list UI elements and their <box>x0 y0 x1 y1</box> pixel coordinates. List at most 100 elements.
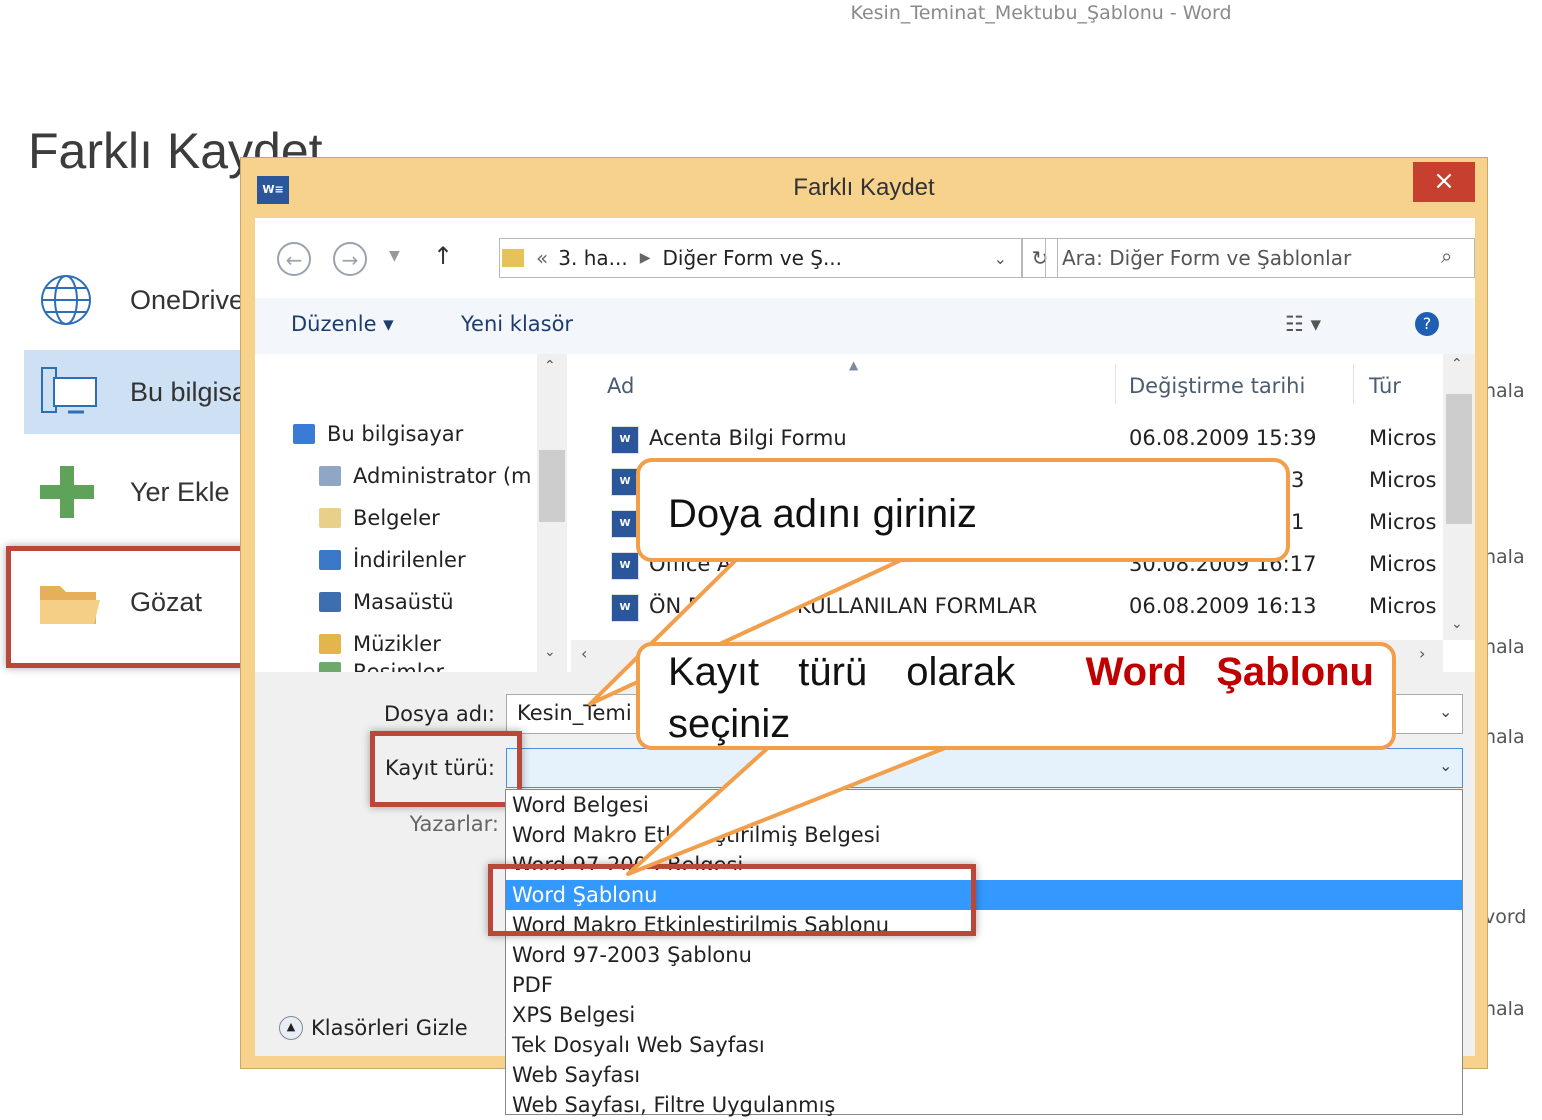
callout-word: Kayıt türü olarak <box>668 650 1016 694</box>
file-row[interactable]: W Acenta Bilgi Formu 06.08.2009 15:39 Mi… <box>611 418 1441 460</box>
folder-icon <box>38 574 102 630</box>
organize-button[interactable]: Düzenle ▾ <box>291 312 394 336</box>
scroll-up-icon[interactable]: ⌃ <box>1451 356 1463 372</box>
hide-folders-button[interactable]: ▲ Klasörleri Gizle <box>279 1016 468 1040</box>
tree-label: Administrator (m <box>353 464 532 488</box>
file-date: 06.08.2009 15:39 <box>1129 426 1317 450</box>
recent-dropdown-icon[interactable]: ▼ <box>389 248 400 264</box>
chevron-right-icon: ▶ <box>639 250 651 266</box>
tree-scrollbar[interactable]: ⌃ ⌄ <box>537 354 567 672</box>
tree-item-documents[interactable]: Belgeler <box>319 506 440 530</box>
nav-onedrive-label: OneDrive <box>130 284 245 315</box>
file-scroll-thumb[interactable] <box>1446 394 1472 524</box>
file-date: 3 <box>1291 468 1305 492</box>
save-type-option[interactable]: Web Sayfası <box>506 1060 1462 1090</box>
documents-icon <box>319 508 341 528</box>
save-type-select[interactable] <box>506 748 1463 788</box>
path-overflow[interactable]: « <box>536 246 548 270</box>
scroll-right-icon[interactable]: › <box>1419 644 1425 663</box>
filename-callout-text: Doya adını giriniz <box>668 492 978 536</box>
save-type-label: Kayıt türü: <box>384 756 495 780</box>
file-type: Micros <box>1369 594 1437 618</box>
scroll-left-icon[interactable]: ‹ <box>581 644 587 663</box>
sort-ascending-icon: ▲ <box>849 358 859 372</box>
nav-this-pc[interactable]: Bu bilgisayar <box>24 350 285 434</box>
bg-fragment: nala <box>1484 998 1525 1020</box>
file-row[interactable]: W ÖN FORMLAR KULLANILAN FORMLAR 06.08.20… <box>611 586 1441 628</box>
save-type-option[interactable]: Word Belgesi <box>506 790 1462 820</box>
chevron-down-icon[interactable]: ⌄ <box>994 249 1007 268</box>
back-arrow-icon[interactable]: ← <box>277 242 311 276</box>
nav-add-place[interactable]: Yer Ekle <box>24 450 264 534</box>
collapse-up-icon: ▲ <box>279 1016 303 1040</box>
pictures-icon <box>319 662 341 672</box>
column-divider <box>1353 364 1354 404</box>
save-type-option[interactable]: Web Sayfası, Filtre Uygulanmış <box>506 1090 1462 1120</box>
window-title: Kesin_Teminat_Mektubu_Şablonu - Word <box>850 2 1232 24</box>
user-icon <box>319 466 341 486</box>
file-type: Micros <box>1369 510 1437 534</box>
scroll-down-icon[interactable]: ⌄ <box>1451 616 1463 632</box>
word-document-icon: W <box>611 510 639 538</box>
word-document-icon: W <box>611 468 639 496</box>
save-type-option[interactable]: XPS Belgesi <box>506 1000 1462 1030</box>
save-type-option-selected[interactable]: Word Şablonu <box>506 880 1462 910</box>
column-header-date[interactable]: Değiştirme tarihi <box>1129 374 1305 398</box>
column-header-type[interactable]: Tür <box>1369 374 1401 398</box>
bg-fragment: nala <box>1484 636 1525 658</box>
nav-add-place-label: Yer Ekle <box>130 476 230 507</box>
dialog-toolbar: Düzenle ▾ Yeni klasör ☷ ▾ ? <box>255 298 1475 354</box>
up-arrow-icon[interactable]: ↑ <box>433 242 453 270</box>
tree-label: Belgeler <box>353 506 440 530</box>
forward-arrow-icon[interactable]: → <box>333 242 367 276</box>
nav-browse[interactable]: Gözat <box>24 560 264 644</box>
folder-icon <box>502 249 524 267</box>
tree-scroll-thumb[interactable] <box>539 450 565 522</box>
word-document-icon: W <box>611 594 639 622</box>
globe-icon <box>38 272 102 328</box>
tree-item-music[interactable]: Müzikler <box>319 632 441 656</box>
search-input[interactable]: Ara: Diğer Form ve Şablonlar <box>1045 238 1475 278</box>
save-type-option[interactable]: PDF <box>506 970 1462 1000</box>
tree-item-administrator[interactable]: Administrator (m <box>319 464 531 488</box>
tree-label: Masaüstü <box>353 590 454 614</box>
file-list-scrollbar[interactable]: ⌃ ⌄ <box>1443 354 1475 640</box>
close-button[interactable]: × <box>1413 162 1475 202</box>
save-type-option[interactable]: Word 97-2003 Şablonu <box>506 940 1462 970</box>
dialog-title: Farklı Kaydet <box>793 174 935 201</box>
column-header-name[interactable]: Ad <box>607 374 634 398</box>
bg-fragment: nala <box>1484 726 1525 748</box>
path-breadcrumb[interactable]: « 3. ha... ▶ Diğer Form ve Ş... ⌄ <box>499 238 1022 278</box>
navigation-tree: Bu bilgisayar Administrator (m Belgeler … <box>255 354 571 672</box>
organize-label: Düzenle <box>291 312 377 336</box>
nav-onedrive[interactable]: OneDrive <box>24 258 264 342</box>
tree-item-pictures[interactable]: Resimler <box>319 660 444 672</box>
help-icon[interactable]: ? <box>1415 312 1439 336</box>
save-type-callout: Kayıt türü olarak Word Şablonu seçiniz <box>636 642 1396 750</box>
new-folder-button[interactable]: Yeni klasör <box>461 312 573 336</box>
save-type-chevron-down-icon[interactable]: ⌄ <box>1439 756 1452 775</box>
address-bar: ← → ▼ ↑ « 3. ha... ▶ Diğer Form ve Ş... … <box>255 218 1475 298</box>
tree-item-desktop[interactable]: Masaüstü <box>319 590 454 614</box>
save-type-option[interactable]: Word Makro Etkinleştirilmiş Belgesi <box>506 820 1462 850</box>
path-segment[interactable]: 3. ha... <box>558 246 627 270</box>
save-type-option[interactable]: Word Makro Etkinleştirilmiş Şablonu <box>506 910 1462 932</box>
path-segment[interactable]: Diğer Form ve Ş... <box>662 246 842 270</box>
save-type-option[interactable]: Word 97-2003 Belgesi <box>506 850 1462 870</box>
scroll-down-icon[interactable]: ⌄ <box>544 644 556 660</box>
tree-label: Resimler <box>353 660 445 672</box>
file-name: ÖN FORMLAR KULLANILAN FORMLAR <box>649 594 1038 618</box>
column-divider <box>1115 364 1116 404</box>
word-document-icon: W <box>611 426 639 454</box>
plus-icon <box>38 464 102 520</box>
view-options-icon[interactable]: ☷ ▾ <box>1285 312 1321 336</box>
tree-item-this-pc[interactable]: Bu bilgisayar <box>293 422 463 446</box>
filename-callout: Doya adını giriniz <box>636 458 1290 562</box>
bg-fragment: nala <box>1484 546 1525 568</box>
scroll-up-icon[interactable]: ⌃ <box>544 358 556 374</box>
filename-chevron-down-icon[interactable]: ⌄ <box>1439 702 1452 721</box>
tree-item-downloads[interactable]: İndirilenler <box>319 548 466 572</box>
authors-label: Yazarlar: <box>409 812 499 836</box>
save-type-option[interactable]: Tek Dosyalı Web Sayfası <box>506 1030 1462 1060</box>
file-type: Micros <box>1369 468 1437 492</box>
